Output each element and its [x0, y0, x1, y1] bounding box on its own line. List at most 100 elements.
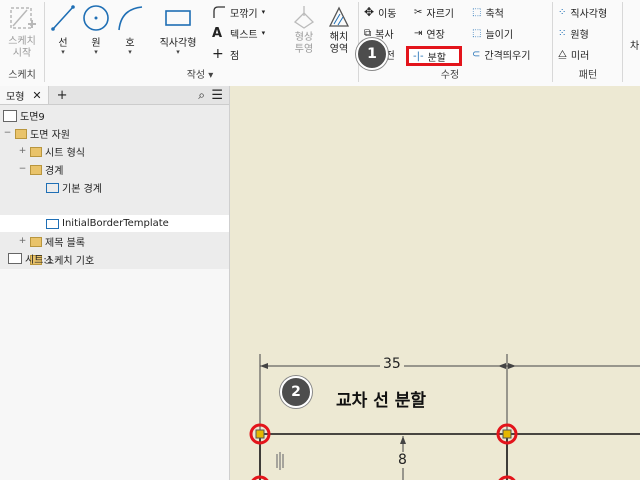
start-sketch-icon [10, 7, 36, 29]
circle-button[interactable]: 원 ▾ [80, 4, 112, 56]
copy-icon: ⧉ [364, 27, 372, 39]
model-browser: 모형 ✕ + ⌕ ☰ 도면9 − 도면 자원 + 시트 형식 − 경계 기본 경… [0, 86, 230, 480]
rectangle-label: 직사각형 [159, 38, 197, 49]
project-geometry-button[interactable]: 형상 투영 [286, 4, 322, 56]
tree-item-borders[interactable]: − 경계 [18, 161, 63, 178]
ribbon-cutoff-label: 차 [630, 40, 640, 52]
browser-tree: 도면9 − 도면 자원 + 시트 형식 − 경계 기본 경계 InitialBo… [0, 105, 229, 269]
expand-icon[interactable]: + [18, 237, 27, 246]
line-button[interactable]: 선 ▾ [48, 4, 78, 56]
split-icon: -|- [413, 50, 424, 62]
scale-button[interactable]: ⬚ 축척 [472, 4, 504, 20]
hatch-icon [328, 6, 350, 27]
split-label: 분할 [427, 52, 446, 64]
tree-item-sheet-1[interactable]: 시트:1 [8, 250, 53, 267]
rect-pattern-button[interactable]: ⁘ 직사각형 [558, 4, 607, 20]
start-sketch-label: 스케치 시작 [8, 36, 36, 59]
rect-pattern-label: 직사각형 [570, 8, 608, 20]
stretch-button[interactable]: ⬚ 늘이기 [472, 25, 513, 41]
arc-button[interactable]: 호 ▾ [114, 4, 146, 56]
fillet-button[interactable]: 모깎기 ▾ [212, 4, 265, 20]
tree-item-title-blocks[interactable]: + 제목 블록 [18, 233, 85, 250]
trim-button[interactable]: ✂ 자르기 [414, 4, 454, 20]
arc-icon [118, 6, 143, 31]
close-icon[interactable]: ✕ [32, 89, 41, 102]
extend-icon: ⇥ [414, 27, 423, 39]
project-geometry-icon [293, 6, 315, 29]
expand-icon[interactable]: + [18, 147, 27, 156]
folder-icon [15, 128, 27, 139]
drawing-canvas[interactable]: 35 8 2 교차 선 분할 [230, 86, 640, 480]
collapse-icon[interactable]: − [3, 129, 12, 138]
move-button[interactable]: ✥ 이동 [364, 4, 396, 20]
constraint-icon [276, 452, 284, 470]
start-sketch-button[interactable]: 스케치 시작 [4, 4, 40, 60]
offset-label: 간격띄우기 [484, 50, 531, 62]
rect-pattern-icon: ⁘ [558, 6, 567, 18]
ribbon: 스케치 시작 스케치 선 ▾ 원 ▾ 호 ▾ 직사각형 ▾ 모깎기 ▾ A 텍스트… [0, 0, 640, 87]
fillet-label: 모깎기 [230, 8, 258, 20]
step-2-callout: 2 [280, 376, 312, 408]
step-1-callout: 1 [356, 38, 388, 70]
circle-label: 원 [91, 38, 101, 49]
tree-item-drawing[interactable]: 도면9 [3, 107, 45, 124]
point-label: 점 [230, 50, 240, 62]
menu-icon[interactable]: ☰ [211, 88, 223, 103]
dimension-35-label[interactable]: 35 [380, 356, 404, 372]
search-icon[interactable]: ⌕ [198, 88, 205, 103]
border-icon [46, 182, 59, 193]
offset-icon: ⊂ [472, 48, 481, 60]
circ-pattern-icon: ⁙ [558, 27, 567, 39]
sketch-geometry [249, 354, 640, 480]
scale-label: 축척 [485, 8, 504, 20]
line-label: 선 [58, 38, 68, 49]
stretch-label: 늘이기 [485, 29, 514, 41]
rectangle-button[interactable]: 직사각형 ▾ [152, 4, 204, 56]
dimension-8-label[interactable]: 8 [396, 452, 409, 468]
tab-model-label: 모형 [6, 91, 25, 103]
scale-icon: ⬚ [472, 6, 482, 18]
mirror-button[interactable]: ⧋ 미러 [558, 46, 589, 62]
arc-label: 호 [125, 38, 135, 49]
trim-label: 자르기 [426, 8, 454, 20]
circ-pattern-button[interactable]: ⁙ 원형 [558, 25, 589, 41]
callout-caption: 교차 선 분할 [336, 391, 427, 411]
split-button[interactable]: -|- 분할 [406, 46, 462, 66]
text-button[interactable]: A 텍스트 ▾ [212, 25, 265, 41]
point-icon: + [212, 46, 224, 62]
text-icon: A [212, 25, 223, 41]
pattern-panel-title: 패턴 [578, 70, 598, 81]
circle-icon [83, 5, 109, 31]
offset-button[interactable]: ⊂ 간격띄우기 [472, 46, 530, 62]
folder-icon [30, 164, 42, 175]
intersection-point-left [255, 429, 265, 439]
sheet-icon [8, 253, 22, 264]
intersection-point-right [502, 429, 512, 439]
border-icon [46, 218, 59, 229]
tree-item-initial-border-template[interactable]: InitialBorderTemplate [0, 215, 229, 232]
extend-button[interactable]: ⇥ 연장 [414, 25, 445, 41]
text-label: 텍스트 [230, 29, 258, 41]
browser-tabbar: 모형 ✕ + ⌕ ☰ [0, 86, 229, 105]
folder-icon [30, 146, 42, 157]
tab-model[interactable]: 모형 ✕ [0, 86, 49, 104]
tree-item-drawing-resources[interactable]: − 도면 자원 [3, 125, 70, 142]
fillet-icon [213, 6, 225, 18]
modify-panel-title: 수정 [440, 70, 460, 81]
point-button[interactable]: + 점 [212, 46, 239, 62]
extend-label: 연장 [426, 29, 445, 41]
sketch-panel-title: 스케치 [8, 70, 36, 81]
stretch-icon: ⬚ [472, 27, 482, 39]
move-icon: ✥ [364, 5, 375, 19]
hatch-label: 해치 영역 [329, 32, 349, 55]
folder-icon [30, 236, 42, 247]
tree-item-default-border[interactable]: 기본 경계 [46, 179, 102, 196]
add-tab-icon[interactable]: + [57, 88, 68, 103]
move-label: 이동 [378, 8, 397, 20]
dim-arrow-left [260, 363, 268, 369]
collapse-icon[interactable]: − [18, 165, 27, 174]
project-geometry-label: 형상 투영 [294, 32, 314, 55]
mirror-icon: ⧋ [558, 48, 567, 60]
tree-item-sheet-formats[interactable]: + 시트 형식 [18, 143, 85, 160]
hatch-button[interactable]: 해치 영역 [322, 4, 356, 56]
